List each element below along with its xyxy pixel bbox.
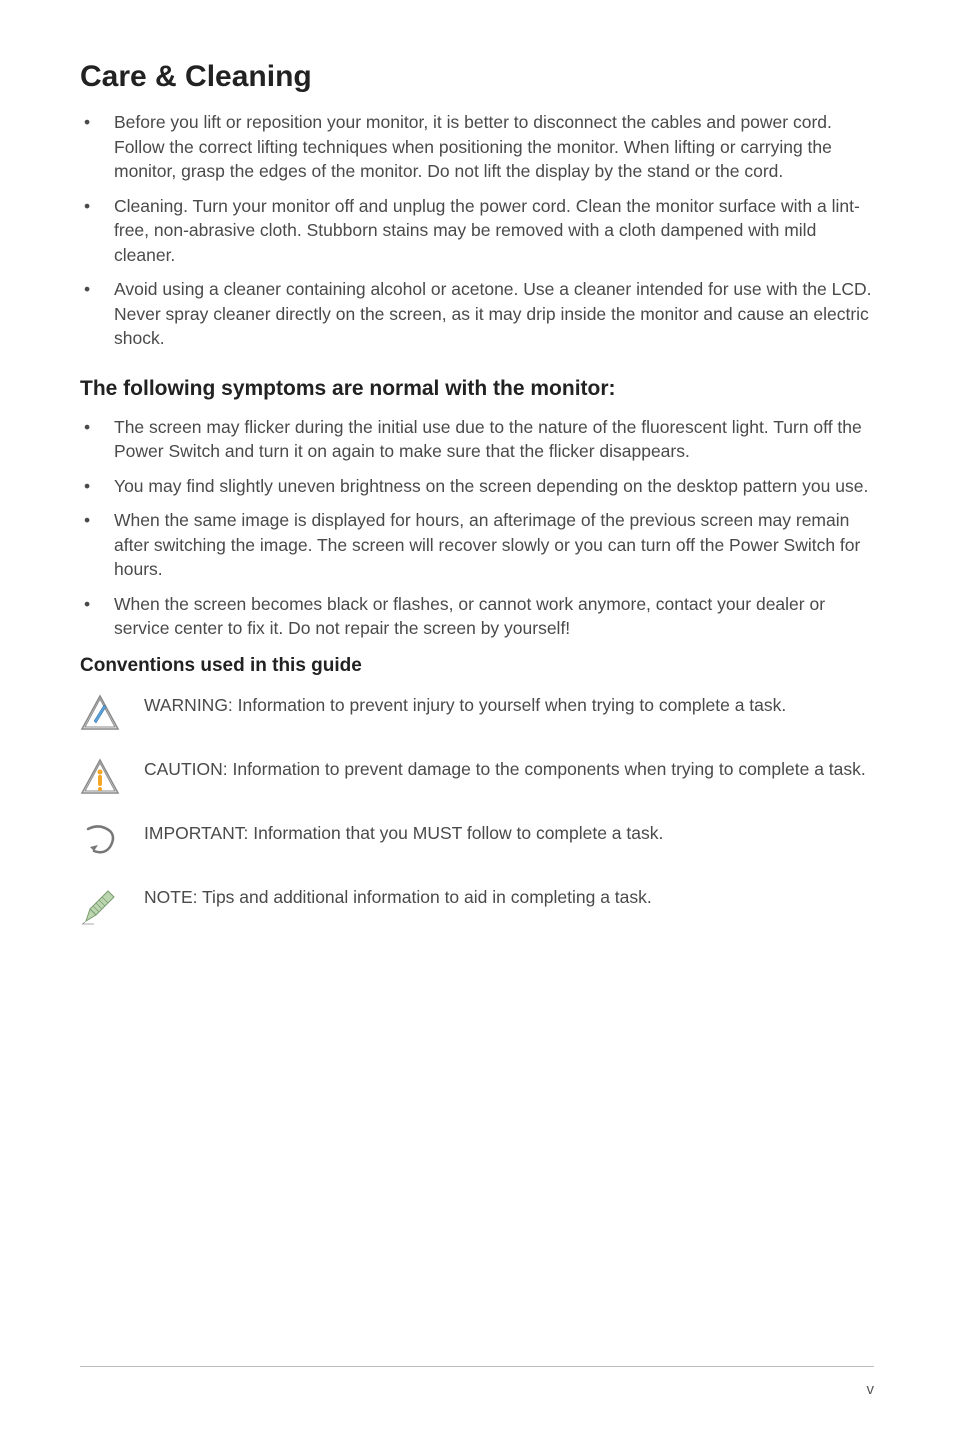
convention-warning: WARNING: Information to prevent injury t… [80, 693, 874, 733]
page-title: Care & Cleaning [80, 60, 874, 94]
page-number: v [867, 1381, 875, 1398]
note-icon [80, 885, 120, 925]
important-text: IMPORTANT: Information that you MUST fol… [144, 821, 874, 846]
list-item: •Before you lift or reposition your moni… [80, 110, 874, 184]
warning-icon [80, 693, 120, 733]
list-item: •The screen may flicker during the initi… [80, 415, 874, 464]
list-item: •You may find slightly uneven brightness… [80, 474, 874, 499]
symptoms-heading: The following symptoms are normal with t… [80, 377, 874, 401]
convention-caution: CAUTION: Information to prevent damage t… [80, 757, 874, 797]
page-footer: v [80, 1366, 874, 1398]
list-item: •When the screen becomes black or flashe… [80, 592, 874, 641]
caution-icon [80, 757, 120, 797]
list-item: •When the same image is displayed for ho… [80, 508, 874, 582]
conventions-heading: Conventions used in this guide [80, 655, 874, 677]
note-text: NOTE: Tips and additional information to… [144, 885, 874, 910]
list-item: •Cleaning. Turn your monitor off and unp… [80, 194, 874, 268]
list-item: •Avoid using a cleaner containing alcoho… [80, 277, 874, 351]
convention-note: NOTE: Tips and additional information to… [80, 885, 874, 925]
convention-important: IMPORTANT: Information that you MUST fol… [80, 821, 874, 861]
important-icon [80, 821, 120, 861]
symptoms-bullet-list: •The screen may flicker during the initi… [80, 415, 874, 641]
warning-text: WARNING: Information to prevent injury t… [144, 693, 874, 718]
caution-text: CAUTION: Information to prevent damage t… [144, 757, 874, 782]
main-bullet-list: •Before you lift or reposition your moni… [80, 110, 874, 351]
